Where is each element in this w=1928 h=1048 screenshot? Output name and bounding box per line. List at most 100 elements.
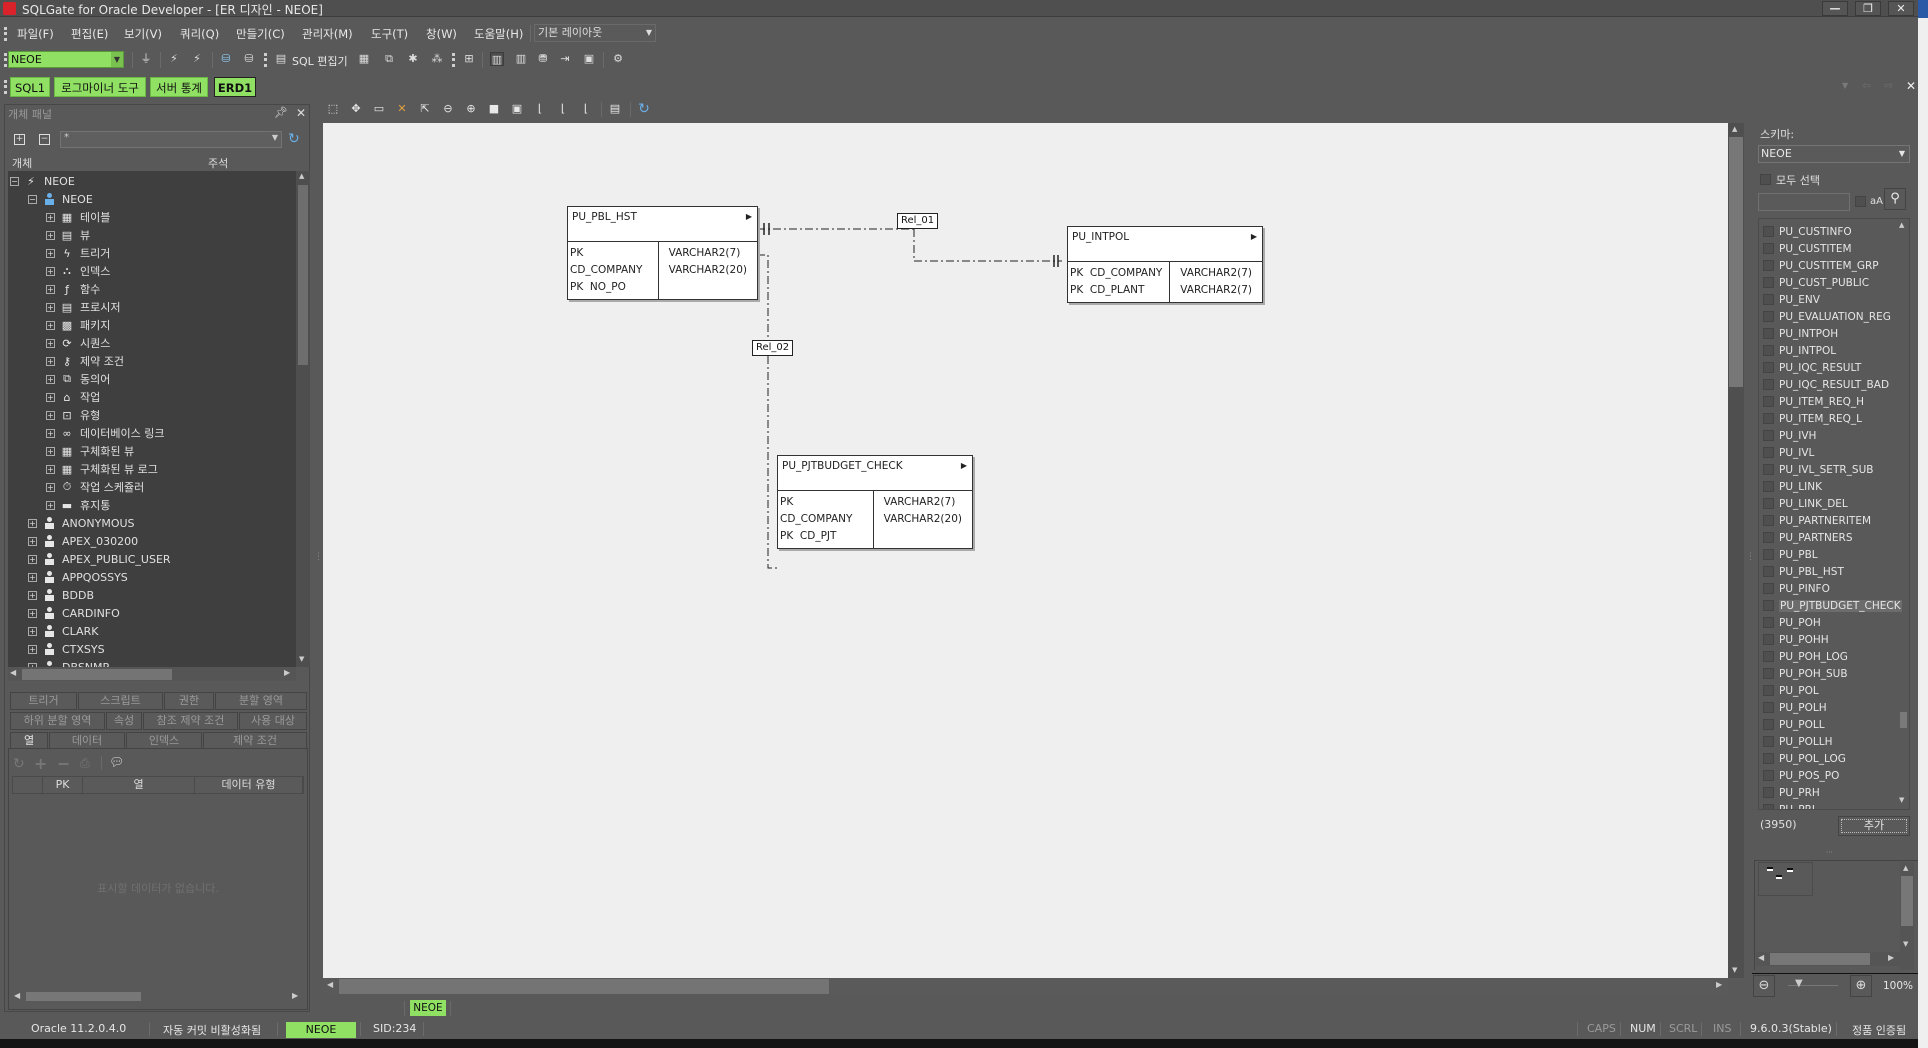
- expand-icon[interactable]: +: [28, 608, 37, 618]
- sql-editor-button[interactable]: SQL 편집기: [292, 53, 348, 69]
- zoom-in-button[interactable]: ⊕: [1850, 975, 1872, 997]
- scroll-right-icon[interactable]: ▶: [1888, 953, 1894, 962]
- scroll-up-icon[interactable]: ▲: [299, 172, 304, 180]
- relation-many-to-many-icon[interactable]: ⌊: [579, 102, 593, 116]
- scroll-thumb[interactable]: [1729, 137, 1743, 387]
- object-checkbox[interactable]: [1763, 260, 1774, 271]
- object-checkbox[interactable]: [1763, 634, 1774, 645]
- select-all-label[interactable]: 모두 선택: [1776, 172, 1820, 188]
- scroll-left-icon[interactable]: ◀: [10, 668, 16, 677]
- entity-header[interactable]: PU_PBL_HST ▶: [568, 207, 757, 242]
- object-checkbox[interactable]: [1763, 685, 1774, 696]
- close-tab-icon[interactable]: ✕: [1906, 79, 1916, 93]
- entity-header[interactable]: PU_INTPOL ▶: [1068, 227, 1262, 262]
- object-checkbox[interactable]: [1763, 413, 1774, 424]
- column-row[interactable]: PK CD_PLANT: [1070, 282, 1167, 299]
- scroll-right-icon[interactable]: ▶: [1716, 980, 1722, 989]
- scroll-up-icon[interactable]: ▲: [1732, 125, 1737, 133]
- schema-object-item[interactable]: PU_POL: [1763, 682, 1819, 699]
- scroll-down-icon[interactable]: ▼: [1903, 940, 1908, 948]
- expand-icon[interactable]: +: [46, 248, 55, 258]
- object-filter-input[interactable]: * ▼: [60, 131, 282, 148]
- sql-lock-icon[interactable]: ▣: [582, 52, 596, 66]
- tree-node-schema[interactable]: − NEOE: [28, 190, 93, 208]
- expand-icon[interactable]: +: [28, 644, 37, 654]
- object-tree[interactable]: − ⚡ NEOE − NEOE + ▦ 테이블 + ▤ 뷰 + ϟ 트리거 + ⛬ 인덱스 + ƒ 함수 + ▤ 프로시…: [8, 171, 296, 667]
- select-all-checkbox[interactable]: [1760, 174, 1771, 185]
- tree-node-connection[interactable]: − ⚡ NEOE: [10, 172, 75, 190]
- expand-icon[interactable]: +: [46, 374, 55, 384]
- schema-object-item[interactable]: PU_CUST_PUBLIC: [1763, 274, 1869, 291]
- layout-select[interactable]: 기본 레이아웃 ▼: [534, 24, 656, 42]
- tree-node-user[interactable]: + APEX_PUBLIC_USER: [28, 550, 171, 568]
- scroll-thumb[interactable]: [26, 992, 141, 1001]
- menu-query[interactable]: 쿼리(Q): [180, 26, 219, 42]
- object-checkbox[interactable]: [1763, 804, 1774, 809]
- object-checkbox[interactable]: [1763, 345, 1774, 356]
- scroll-left-icon[interactable]: ◀: [1758, 953, 1764, 962]
- close-panel-icon[interactable]: ✕: [296, 106, 306, 120]
- tree-node-user[interactable]: + CARDINFO: [28, 604, 120, 622]
- expand-icon[interactable]: +: [46, 356, 55, 366]
- object-search-input[interactable]: [1758, 193, 1850, 211]
- import-icon[interactable]: ⇥: [558, 52, 572, 66]
- scroll-left-icon[interactable]: ◀: [327, 980, 333, 989]
- tree-node-trigger[interactable]: + ϟ 트리거: [46, 244, 110, 262]
- grid-corner[interactable]: [13, 777, 43, 793]
- expand-icon[interactable]: +: [46, 500, 55, 510]
- schema-object-item[interactable]: PU_EVALUATION_REG: [1763, 308, 1891, 325]
- scroll-right-icon[interactable]: ▶: [292, 991, 298, 1000]
- object-checkbox[interactable]: [1763, 600, 1774, 611]
- menu-help[interactable]: 도움말(H): [474, 26, 523, 42]
- expand-arrow-icon[interactable]: ▶: [1251, 232, 1257, 241]
- rel-02-line-segment[interactable]: [757, 254, 777, 569]
- object-checkbox[interactable]: [1763, 719, 1774, 730]
- menu-create[interactable]: 만들기(C): [236, 26, 285, 42]
- rollback-icon[interactable]: ⛁: [242, 52, 256, 66]
- collapse-icon[interactable]: −: [28, 194, 37, 204]
- tab-triggers[interactable]: 트리거: [10, 692, 77, 710]
- object-panel-toggle-icon[interactable]: ▥: [490, 52, 504, 66]
- object-checkbox[interactable]: [1763, 396, 1774, 407]
- schema-object-item[interactable]: PU_POHH: [1763, 631, 1829, 648]
- header-data-type[interactable]: 데이터 유형: [195, 777, 303, 793]
- menubar-grip[interactable]: [4, 27, 7, 41]
- tab-logminer[interactable]: 로그마이너 도구: [54, 77, 146, 97]
- menu-file[interactable]: 파일(F): [17, 26, 54, 42]
- rel-01-line-segment[interactable]: [913, 229, 1062, 262]
- debug-bug-icon[interactable]: ✱: [406, 52, 420, 66]
- tree-node-user[interactable]: + APEX_030200: [28, 532, 138, 550]
- tree-node-mview[interactable]: + ▦ 구체화된 뷰: [46, 442, 134, 460]
- schema-select[interactable]: NEOE ▼: [1758, 145, 1910, 163]
- object-checkbox[interactable]: [1763, 566, 1774, 577]
- scroll-thumb[interactable]: [1770, 953, 1870, 965]
- disconnect-plug-icon[interactable]: ⚡: [190, 52, 204, 66]
- schema-object-item[interactable]: PU_POLLH: [1763, 733, 1832, 750]
- schema-object-item[interactable]: PU_PARTNERS: [1763, 529, 1853, 546]
- tree-node-user[interactable]: + CTXSYS: [28, 640, 105, 658]
- schema-diagram-icon[interactable]: ⧉: [382, 52, 396, 66]
- schema-object-item[interactable]: PU_LINK_DEL: [1763, 495, 1848, 512]
- tree-node-mview-log[interactable]: + ▦ 구체화된 뷰 로그: [46, 460, 158, 478]
- header-column[interactable]: 열: [83, 777, 195, 793]
- header-pk[interactable]: PK: [43, 777, 83, 793]
- collapse-all-icon[interactable]: −: [39, 134, 50, 145]
- expand-icon[interactable]: +: [28, 536, 37, 546]
- schema-object-item[interactable]: PU_CUSTINFO: [1763, 223, 1852, 240]
- object-checkbox[interactable]: [1763, 311, 1774, 322]
- schema-object-item[interactable]: PU_POH_LOG: [1763, 648, 1848, 665]
- object-checkbox[interactable]: [1763, 243, 1774, 254]
- expand-icon[interactable]: +: [46, 212, 55, 222]
- tab-script[interactable]: 스크립트: [78, 692, 163, 710]
- entity-pu-pbl-hst[interactable]: PU_PBL_HST ▶ PK CD_COMPANY PK NO_PO VARCH…: [567, 206, 758, 300]
- object-checkbox[interactable]: [1763, 464, 1774, 475]
- scroll-left-icon[interactable]: ◀: [14, 991, 20, 1000]
- object-checkbox[interactable]: [1763, 362, 1774, 373]
- object-checkbox[interactable]: [1763, 277, 1774, 288]
- tree-node-index[interactable]: + ⛬ 인덱스: [46, 262, 110, 280]
- object-checkbox[interactable]: [1763, 481, 1774, 492]
- print-icon[interactable]: ⎙: [80, 756, 90, 771]
- schema-object-item[interactable]: PU_PARTNERITEM: [1763, 512, 1871, 529]
- pin-icon[interactable]: 📌︎: [274, 106, 288, 119]
- disconnect-icon[interactable]: ⏚: [139, 52, 153, 66]
